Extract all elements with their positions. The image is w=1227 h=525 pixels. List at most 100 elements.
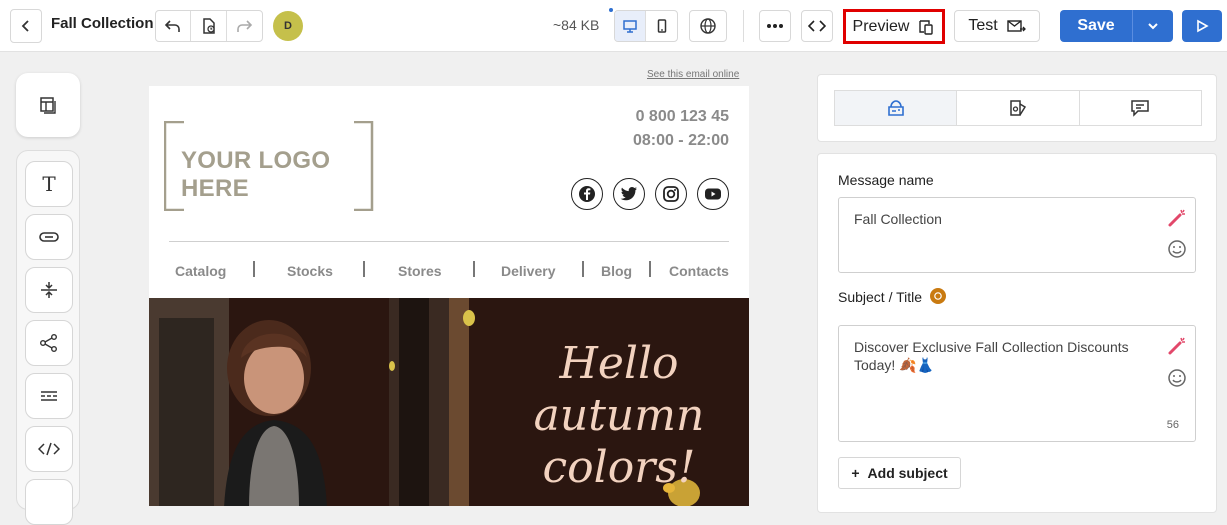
desktop-view-button[interactable] [615, 11, 647, 41]
preview-devices-icon [919, 19, 934, 35]
spacer-tool-button[interactable] [25, 267, 73, 313]
phone-number: 0 800 123 45 [635, 108, 729, 125]
emoji-icon[interactable] [1167, 239, 1187, 259]
button-tool-button[interactable] [25, 214, 73, 260]
hero-banner[interactable]: Hello autumn colors! [149, 298, 749, 506]
nav-separator [253, 261, 255, 277]
logo-placeholder[interactable]: YOUR LOGO HERE [164, 121, 374, 211]
subject-info-icon[interactable] [930, 288, 946, 304]
test-button[interactable]: Test [954, 10, 1040, 42]
message-name-field[interactable]: Fall Collection [838, 197, 1196, 273]
test-label: Test [968, 17, 998, 34]
undo-button[interactable] [156, 11, 192, 41]
html-tool-button[interactable] [25, 426, 73, 472]
tab-settings[interactable] [835, 91, 958, 125]
social-tool-button[interactable] [25, 320, 73, 366]
more-tool-button[interactable] [25, 479, 73, 525]
tab-comments[interactable] [1080, 91, 1201, 125]
hero-line-1: Hello [559, 338, 679, 389]
twitter-link[interactable] [613, 178, 645, 210]
history-file-button[interactable] [191, 11, 227, 41]
instagram-link[interactable] [655, 178, 687, 210]
more-horizontal-icon [767, 24, 783, 28]
hero-headline: Hello autumn colors! [519, 338, 719, 494]
message-settings-form: Message name Fall Collection Subject / T… [817, 153, 1217, 513]
code-icon [808, 20, 826, 32]
emoji-icon[interactable] [1167, 368, 1187, 388]
facebook-link[interactable] [571, 178, 603, 210]
preview-label: Preview [852, 17, 910, 35]
add-subject-label: Add subject [867, 465, 948, 481]
header-divider [169, 241, 729, 242]
preview-button[interactable]: Preview [843, 9, 945, 44]
file-history-icon [202, 18, 215, 34]
nav-stocks[interactable]: Stocks [287, 263, 333, 279]
play-icon [1197, 19, 1209, 33]
nav-delivery[interactable]: Delivery [501, 263, 555, 279]
avatar[interactable]: D [273, 11, 303, 41]
blocks-tool-button[interactable] [16, 73, 80, 137]
nav-catalog[interactable]: Catalog [175, 263, 226, 279]
back-button[interactable] [10, 9, 42, 43]
chevron-left-icon [21, 20, 29, 32]
mobile-view-button[interactable] [646, 11, 677, 41]
subject-value: Discover Exclusive Fall Collection Disco… [854, 339, 1129, 373]
subject-field[interactable]: Discover Exclusive Fall Collection Disco… [838, 325, 1196, 442]
instagram-icon [663, 186, 679, 202]
history-group [155, 10, 263, 42]
page-title: Fall Collection [51, 15, 154, 32]
redo-button[interactable] [227, 11, 262, 41]
mobile-icon [657, 19, 666, 33]
text-tool-button[interactable]: T [25, 161, 73, 207]
code-view-button[interactable] [801, 10, 833, 42]
toolbar-divider [743, 10, 744, 42]
language-button[interactable] [689, 10, 727, 42]
info-icon [934, 292, 942, 300]
design-tab-icon [1010, 100, 1027, 116]
magic-wand-icon[interactable] [1167, 336, 1187, 356]
see-online-link[interactable]: See this email online [647, 69, 739, 80]
youtube-link[interactable] [697, 178, 729, 210]
opening-hours: 08:00 - 22:00 [632, 132, 729, 149]
save-button[interactable]: Save [1060, 10, 1133, 42]
message-name-value: Fall Collection [854, 211, 942, 227]
tab-design[interactable] [957, 91, 1080, 125]
html-code-icon [38, 442, 60, 456]
share-icon [40, 334, 57, 352]
save-options-button[interactable] [1133, 10, 1173, 42]
nav-contacts[interactable]: Contacts [669, 263, 729, 279]
send-button[interactable] [1182, 10, 1222, 42]
youtube-icon [705, 188, 721, 200]
tool-rail: T [16, 150, 80, 525]
layout-blocks-icon [40, 97, 56, 114]
divider-icon [41, 391, 57, 401]
divider-tool-button[interactable] [25, 373, 73, 419]
add-subject-button[interactable]: + Add subject [838, 457, 961, 489]
nav-blog[interactable]: Blog [601, 263, 632, 279]
top-bar: Fall Collection D ~84 KB Preview Test Sa… [0, 0, 1227, 52]
facebook-icon [579, 186, 595, 202]
hero-line-2: autumn [533, 390, 705, 441]
unsaved-indicator [609, 8, 613, 12]
nav-separator [473, 261, 475, 277]
panel-tabs [817, 74, 1217, 142]
subject-label: Subject / Title [838, 289, 923, 305]
message-name-label: Message name [838, 172, 934, 188]
desktop-icon [623, 20, 637, 33]
nav-separator [582, 261, 584, 277]
send-mail-icon [1006, 20, 1026, 32]
more-options-button[interactable] [759, 10, 791, 42]
text-icon: T [42, 172, 56, 196]
nav-stores[interactable]: Stores [398, 263, 442, 279]
redo-icon [237, 20, 253, 32]
twitter-icon [620, 187, 637, 201]
email-canvas: YOUR LOGO HERE 0 800 123 45 08:00 - 22:0… [149, 86, 749, 506]
magic-wand-icon[interactable] [1167, 208, 1187, 228]
email-size: ~84 KB [553, 17, 600, 33]
plus-icon: + [851, 465, 860, 481]
logo-text: YOUR LOGO HERE [181, 147, 331, 202]
spacer-icon [41, 282, 57, 298]
button-icon [39, 232, 59, 242]
globe-icon [700, 18, 716, 34]
hero-line-3: colors! [542, 442, 696, 493]
